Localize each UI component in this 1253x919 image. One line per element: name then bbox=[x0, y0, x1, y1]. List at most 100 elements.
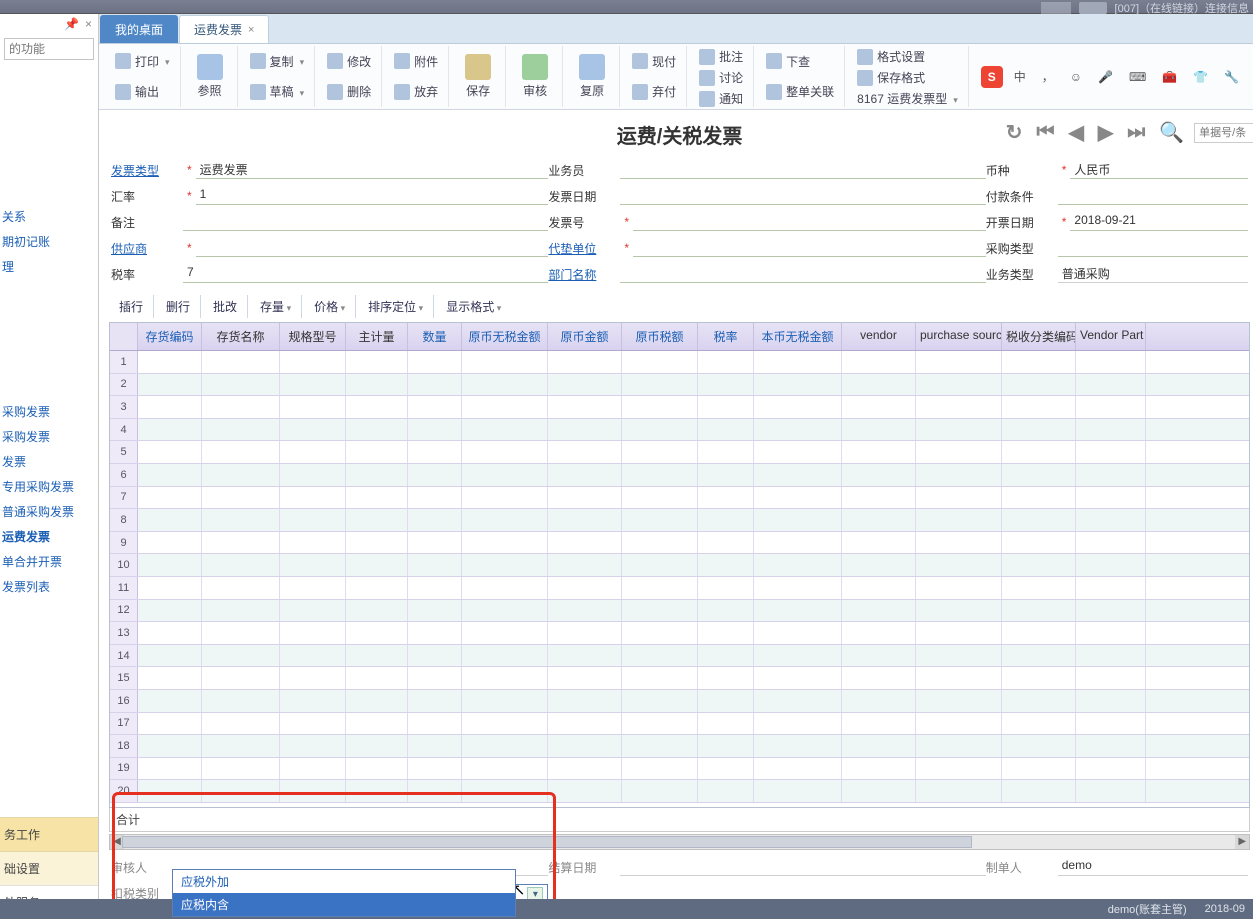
grid-cell[interactable] bbox=[346, 441, 408, 463]
grid-cell[interactable] bbox=[138, 464, 202, 486]
grid-cell[interactable] bbox=[548, 441, 622, 463]
grid-cell[interactable] bbox=[280, 645, 346, 667]
grid-cell[interactable] bbox=[202, 667, 280, 689]
grid-cell[interactable] bbox=[842, 374, 916, 396]
ime-icon[interactable]: 🎤 bbox=[1093, 67, 1118, 87]
grid-cell[interactable] bbox=[138, 690, 202, 712]
grid-cell[interactable] bbox=[462, 713, 548, 735]
grid-cell[interactable] bbox=[1002, 690, 1076, 712]
grid-cell[interactable] bbox=[462, 780, 548, 802]
grid-cell[interactable] bbox=[622, 667, 698, 689]
grid-cell[interactable] bbox=[462, 509, 548, 531]
grid-cell[interactable] bbox=[754, 396, 842, 418]
audit-button[interactable]: 审核 bbox=[514, 50, 556, 103]
grid-cell[interactable] bbox=[754, 622, 842, 644]
print-button[interactable]: 打印 bbox=[111, 51, 174, 72]
grid-cell[interactable] bbox=[462, 622, 548, 644]
grid-cell[interactable] bbox=[1002, 374, 1076, 396]
table-row[interactable]: 12 bbox=[110, 600, 1249, 623]
grid-cell[interactable] bbox=[622, 554, 698, 576]
grid-cell[interactable] bbox=[462, 487, 548, 509]
grid-cell[interactable] bbox=[202, 464, 280, 486]
grid-cell[interactable] bbox=[754, 419, 842, 441]
grid-cell[interactable] bbox=[842, 396, 916, 418]
grid-cell[interactable] bbox=[408, 622, 462, 644]
grid-cell[interactable] bbox=[408, 351, 462, 373]
grid-header-cell[interactable]: 原币税额 bbox=[622, 323, 698, 350]
grid-cell[interactable] bbox=[622, 735, 698, 757]
grid-cell[interactable] bbox=[622, 351, 698, 373]
grid-cell[interactable] bbox=[916, 735, 1002, 757]
refresh-icon[interactable]: ↻ bbox=[1002, 118, 1027, 147]
grid-cell[interactable] bbox=[408, 577, 462, 599]
grid-cell[interactable] bbox=[842, 554, 916, 576]
grid-cell[interactable] bbox=[408, 713, 462, 735]
grid-cell[interactable] bbox=[1002, 351, 1076, 373]
grid-cell[interactable] bbox=[622, 645, 698, 667]
grid-cell[interactable] bbox=[842, 667, 916, 689]
ime-icon[interactable]: 🧰 bbox=[1157, 67, 1182, 87]
dept-label[interactable]: 部门名称 bbox=[548, 266, 620, 283]
grid-cell[interactable] bbox=[916, 554, 1002, 576]
grid-cell[interactable] bbox=[280, 419, 346, 441]
grid-cell[interactable] bbox=[622, 780, 698, 802]
grid-cell[interactable] bbox=[346, 713, 408, 735]
grid-cell[interactable] bbox=[842, 487, 916, 509]
grid-cell[interactable] bbox=[916, 758, 1002, 780]
grid-header-cell[interactable]: vendor bbox=[842, 323, 916, 350]
grid-cell[interactable] bbox=[202, 509, 280, 531]
discuss-button[interactable]: 讨论 bbox=[695, 67, 747, 88]
table-row[interactable]: 14 bbox=[110, 645, 1249, 668]
ime-icon[interactable]: ☺ bbox=[1065, 67, 1087, 87]
grid-cell[interactable] bbox=[754, 441, 842, 463]
ime-icon[interactable]: 👕 bbox=[1188, 67, 1213, 87]
grid-cell[interactable] bbox=[1002, 667, 1076, 689]
grid-cell[interactable] bbox=[408, 735, 462, 757]
grid-cell[interactable] bbox=[842, 735, 916, 757]
agent-field[interactable] bbox=[633, 239, 986, 257]
grid-cell[interactable] bbox=[1076, 351, 1146, 373]
grid-cell[interactable] bbox=[548, 374, 622, 396]
stock-button[interactable]: 存量 bbox=[250, 295, 302, 318]
table-row[interactable]: 17 bbox=[110, 713, 1249, 736]
close-sidebar-icon[interactable]: × bbox=[85, 17, 92, 31]
grid-cell[interactable] bbox=[346, 351, 408, 373]
grid-cell[interactable] bbox=[202, 487, 280, 509]
grid-cell[interactable] bbox=[138, 758, 202, 780]
close-tab-icon[interactable]: × bbox=[248, 24, 254, 36]
grid-cell[interactable] bbox=[462, 396, 548, 418]
grid-cell[interactable] bbox=[280, 351, 346, 373]
topbar-icon[interactable] bbox=[1079, 2, 1107, 14]
grid-cell[interactable] bbox=[754, 758, 842, 780]
grid-cell[interactable] bbox=[202, 690, 280, 712]
check-button[interactable]: 下查 bbox=[762, 51, 838, 72]
grid-header-cell[interactable]: 数量 bbox=[408, 323, 462, 350]
grid-cell[interactable] bbox=[916, 487, 1002, 509]
grid-cell[interactable] bbox=[698, 758, 754, 780]
grid-cell[interactable] bbox=[408, 667, 462, 689]
grid-cell[interactable] bbox=[202, 600, 280, 622]
grid-cell[interactable] bbox=[754, 464, 842, 486]
grid-cell[interactable] bbox=[202, 554, 280, 576]
payterm-field[interactable] bbox=[1058, 187, 1248, 205]
grid-cell[interactable] bbox=[698, 600, 754, 622]
grid-cell[interactable] bbox=[1076, 532, 1146, 554]
grid-cell[interactable] bbox=[754, 509, 842, 531]
grid-cell[interactable] bbox=[754, 487, 842, 509]
search-icon[interactable]: 🔍 bbox=[1155, 118, 1188, 147]
scroll-right-icon[interactable]: ▶ bbox=[1235, 835, 1249, 849]
grid-cell[interactable] bbox=[462, 532, 548, 554]
grid-cell[interactable] bbox=[408, 600, 462, 622]
grid-cell[interactable] bbox=[1076, 600, 1146, 622]
cash-button[interactable]: 现付 bbox=[628, 51, 680, 72]
grid-cell[interactable] bbox=[202, 532, 280, 554]
ime-logo-icon[interactable]: S bbox=[981, 66, 1003, 88]
grid-cell[interactable] bbox=[346, 645, 408, 667]
delete-button[interactable]: 删除 bbox=[323, 81, 375, 102]
sidebar-item[interactable]: 发票 bbox=[0, 449, 98, 474]
scroll-thumb[interactable] bbox=[122, 836, 972, 848]
grid-cell[interactable] bbox=[548, 396, 622, 418]
grid-cell[interactable] bbox=[280, 600, 346, 622]
grid-cell[interactable] bbox=[462, 645, 548, 667]
grid-cell[interactable] bbox=[622, 532, 698, 554]
